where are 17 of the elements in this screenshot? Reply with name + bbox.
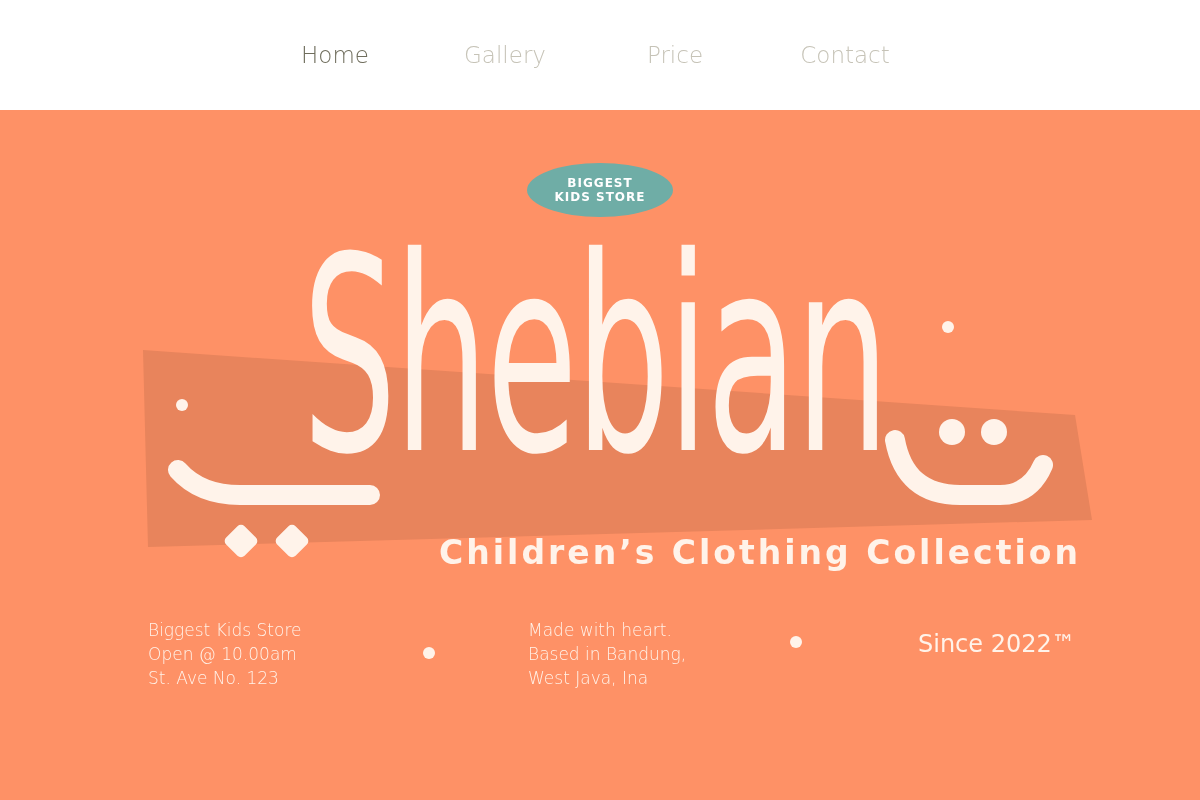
dot-icon — [176, 399, 188, 411]
info-text: Based in Bandung, — [528, 643, 687, 666]
store-badge: BIGGEST KIDS STORE — [527, 163, 673, 217]
nav-link[interactable]: Price — [590, 42, 760, 68]
subtitle: Children’s Clothing Collection — [439, 533, 1081, 572]
dot-icon — [942, 321, 954, 333]
nav-link[interactable]: Home — [250, 42, 420, 68]
info-text: West Java, Ina — [528, 667, 649, 690]
nav-link[interactable]: Contact — [760, 42, 930, 68]
dot-icon — [790, 636, 802, 648]
since-text: Since 2022™ — [918, 630, 1076, 660]
info-text: St. Ave No. 123 — [148, 667, 279, 690]
info-text: Made with heart. — [528, 619, 672, 642]
nav-link[interactable]: Gallery — [420, 42, 590, 68]
dot-icon — [423, 647, 435, 659]
info-text: Biggest Kids Store — [148, 619, 302, 642]
info-text: Open @ 10.00am — [148, 643, 297, 666]
